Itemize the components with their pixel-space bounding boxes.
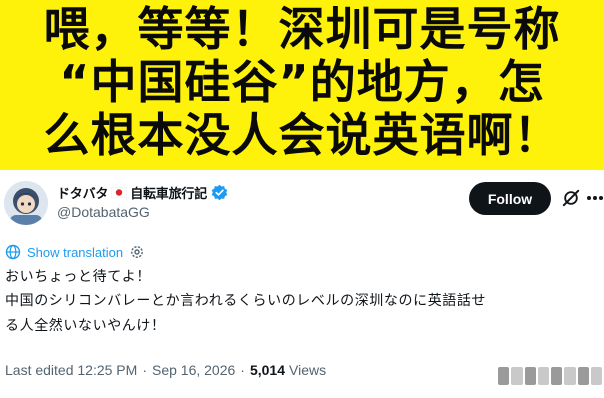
- watermark-logo: [498, 365, 602, 387]
- views-label: Views: [289, 362, 327, 378]
- globe-icon: [5, 244, 21, 260]
- author-display-name[interactable]: ドタバタ: [57, 183, 108, 202]
- show-translation-label[interactable]: Show translation: [27, 245, 123, 260]
- views-count: 5,014: [249, 362, 285, 378]
- show-translation-link[interactable]: Show translation: [5, 243, 145, 261]
- headline-line-3: 么根本没人会说英语啊！: [43, 108, 561, 162]
- more-options-icon[interactable]: [586, 192, 604, 204]
- author-name-row[interactable]: ドタバタ 自転車旅行記: [57, 182, 228, 202]
- tweet-text-line-2: 中国のシリコンバレーとか言われるくらいのレベルの深圳なのに英語話せ: [5, 293, 487, 309]
- grok-icon[interactable]: [562, 189, 580, 207]
- separator-dot: ·: [142, 362, 147, 378]
- headline-line-2: “中国硅谷”的地方，怎: [59, 55, 545, 109]
- verified-badge-icon[interactable]: [211, 184, 228, 201]
- edited-time[interactable]: Last edited 12:25 PM: [5, 362, 137, 378]
- headline-line-1: 喂，等等！深圳可是号称: [43, 2, 561, 56]
- tweet-metadata: Last edited 12:25 PM · Sep 16, 2026 · 5,…: [5, 360, 326, 380]
- separator-dot: ·: [240, 362, 245, 378]
- author-display-name-suffix[interactable]: 自転車旅行記: [130, 183, 207, 202]
- japan-flag-icon: [111, 186, 128, 198]
- follow-button[interactable]: Follow: [469, 182, 551, 215]
- avatar[interactable]: [4, 181, 48, 225]
- settings-gear-icon[interactable]: [129, 244, 145, 260]
- author-handle[interactable]: @DotabataGG: [57, 204, 150, 220]
- tweet-text-line-1: おいちょっと待てよ！: [5, 269, 151, 285]
- headline-banner: 喂，等等！深圳可是号称 “中国硅谷”的地方，怎 么根本没人会说英语啊！: [0, 0, 604, 170]
- tweet-text-line-3: る人全然いないやんけ！: [5, 318, 166, 334]
- avatar-icon: [4, 181, 48, 225]
- post-date[interactable]: Sep 16, 2026: [152, 362, 235, 378]
